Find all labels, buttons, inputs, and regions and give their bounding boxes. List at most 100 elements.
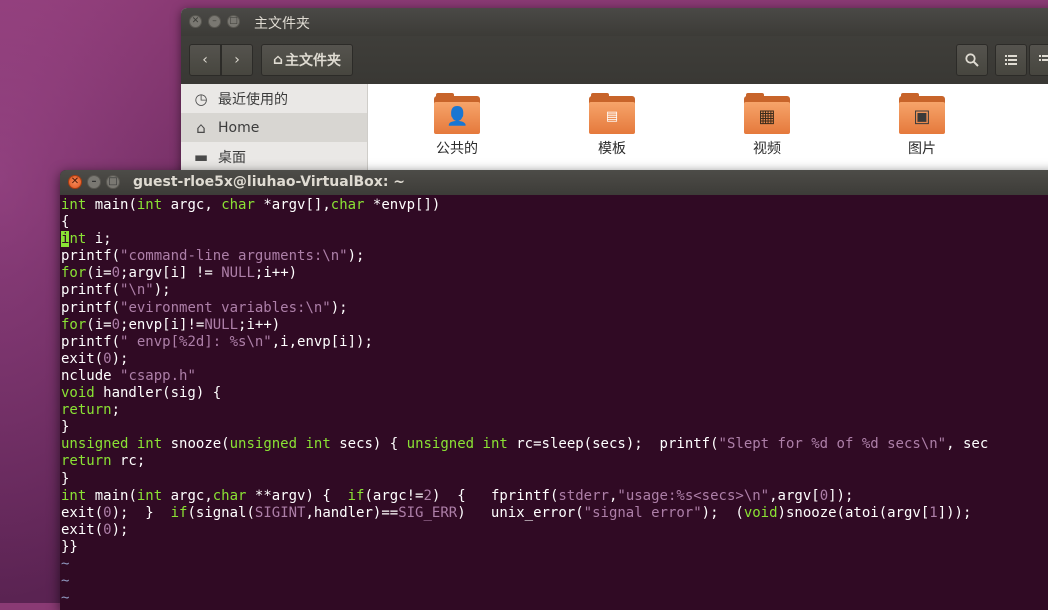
code-token: for: [61, 316, 87, 333]
terminal-line: printf(" envp[%2d]: %s\n",i,envp[i]);: [61, 334, 1048, 351]
sidebar-item-home[interactable]: ⌂ Home: [181, 113, 367, 142]
code-token: if: [170, 504, 188, 521]
terminal-line: printf("command-line arguments:\n");: [61, 248, 1048, 265]
back-button[interactable]: ‹: [189, 44, 221, 76]
terminal-line: return;: [61, 402, 1048, 419]
search-icon: [965, 53, 979, 67]
terminal-line: exit(0);: [61, 351, 1048, 368]
code-token: return: [61, 453, 112, 470]
list-view-icon: [1005, 55, 1017, 65]
folder-pictures[interactable]: ▣ 图片: [882, 93, 962, 158]
terminal-line: void handler(sig) {: [61, 385, 1048, 402]
code-token: rc;: [111, 453, 146, 470]
folder-icon: ▬: [193, 147, 209, 166]
code-token: ;envp[i]!=: [120, 316, 205, 333]
code-token: ); }: [111, 504, 171, 521]
code-token: ;argv[i] !=: [120, 265, 222, 282]
code-token: i;: [86, 231, 112, 248]
code-token: }: [61, 419, 70, 436]
video-folder-icon: ▦: [744, 93, 790, 134]
code-token: void: [743, 504, 778, 521]
maximize-icon[interactable]: □: [106, 175, 120, 189]
code-token: nclude: [61, 367, 121, 384]
file-manager-titlebar[interactable]: ✕ – □ 主文件夹: [181, 8, 1048, 36]
code-token: ,argv[: [769, 487, 820, 504]
code-token: snooze(: [162, 436, 230, 453]
code-token: );: [111, 350, 129, 367]
folder-label: 图片: [908, 141, 936, 157]
terminal-text-area[interactable]: int main(int argc, char *argv[],char *en…: [61, 197, 1048, 610]
grid-view-icon: [1039, 55, 1048, 61]
code-token: " envp[%2d]: %s\n": [120, 333, 272, 350]
code-token: "command-line arguments:\n": [120, 248, 348, 265]
code-token: printf(: [61, 282, 121, 299]
code-token: printf(: [61, 333, 121, 350]
terminal-line: {: [61, 214, 1048, 231]
sidebar-item-label: Home: [218, 119, 260, 136]
search-button[interactable]: [956, 44, 988, 76]
sidebar: ◷ 最近使用的 ⌂ Home ▬ 桌面: [181, 84, 368, 178]
code-token: char: [221, 197, 255, 213]
terminal-line: printf("evironment variables:\n");: [61, 300, 1048, 317]
close-icon[interactable]: ✕: [68, 175, 82, 189]
code-token: ) { fprintf(: [431, 487, 559, 504]
grid-view-button[interactable]: [1029, 44, 1048, 76]
terminal-titlebar[interactable]: ✕ – □ guest-rloe5x@liuhao-VirtualBox: ~: [60, 170, 1048, 195]
code-token: "evironment variables:\n": [120, 299, 331, 316]
code-token: int: [61, 487, 87, 504]
home-icon: ⌂: [272, 52, 284, 68]
code-token: argc,: [162, 197, 222, 213]
code-token: , sec: [946, 436, 989, 453]
forward-button[interactable]: ›: [221, 44, 253, 76]
sidebar-item-label: 桌面: [218, 149, 246, 166]
code-token: main(: [86, 197, 137, 213]
sidebar-item-recent[interactable]: ◷ 最近使用的: [181, 84, 367, 113]
folder-label: 视频: [753, 141, 781, 157]
code-token: ;: [111, 402, 121, 419]
folder-videos[interactable]: ▦ 视频: [727, 93, 807, 158]
code-token: *envp[]): [364, 197, 441, 213]
code-token: printf(: [61, 248, 121, 265]
code-token: ,i,envp[i]);: [271, 333, 373, 350]
code-token: int: [305, 436, 331, 453]
code-token: "csapp.h": [120, 367, 196, 384]
code-token: NULL: [204, 316, 239, 333]
folder-public[interactable]: 👤 公共的: [417, 93, 497, 158]
code-token: int: [136, 197, 163, 213]
person-folder-icon: 👤: [434, 93, 480, 134]
terminal-line: }: [61, 471, 1048, 488]
code-token: );: [330, 299, 348, 316]
terminal-line: int i;: [61, 231, 1048, 248]
terminal-line: nclude "csapp.h": [61, 368, 1048, 385]
code-token: NULL: [221, 265, 255, 282]
list-view-button[interactable]: [995, 44, 1027, 76]
folder-templates[interactable]: ▤ 模板: [572, 93, 652, 158]
pictures-folder-icon: ▣: [899, 93, 945, 134]
minimize-icon[interactable]: –: [87, 175, 101, 189]
sidebar-item-label: 最近使用的: [218, 91, 288, 108]
breadcrumb-home-button[interactable]: ⌂ 主文件夹: [261, 44, 353, 76]
code-token: (i=: [86, 316, 112, 333]
terminal-title: guest-rloe5x@liuhao-VirtualBox: ~: [133, 174, 406, 190]
code-token: exit(: [61, 350, 104, 367]
terminal-line: for(i=0;envp[i]!=NULL;i++): [61, 317, 1048, 334]
terminal-line: int main(int argc, char *argv[],char *en…: [61, 197, 1048, 214]
code-token: 1: [929, 504, 938, 521]
close-icon[interactable]: ✕: [189, 15, 202, 28]
code-token: ) unix_error(: [457, 504, 584, 521]
terminal-line: exit(0); } if(signal(SIGINT,handler)==SI…: [61, 505, 1048, 522]
code-token: rc=sleep(secs); printf(: [507, 436, 719, 453]
code-token: (signal(: [187, 504, 255, 521]
code-token: int: [61, 197, 87, 213]
code-token: ]);: [828, 487, 854, 504]
maximize-icon[interactable]: □: [227, 15, 240, 28]
file-manager-title: 主文件夹: [254, 16, 310, 32]
code-token: "signal error": [583, 504, 702, 521]
terminal-line: int main(int argc,char **argv) { if(argc…: [61, 488, 1048, 505]
sidebar-item-desktop[interactable]: ▬ 桌面: [181, 142, 367, 171]
code-token: char: [330, 197, 365, 213]
minimize-icon[interactable]: –: [208, 15, 221, 28]
code-token: (argc!=: [364, 487, 424, 504]
clock-icon: ◷: [194, 89, 208, 108]
